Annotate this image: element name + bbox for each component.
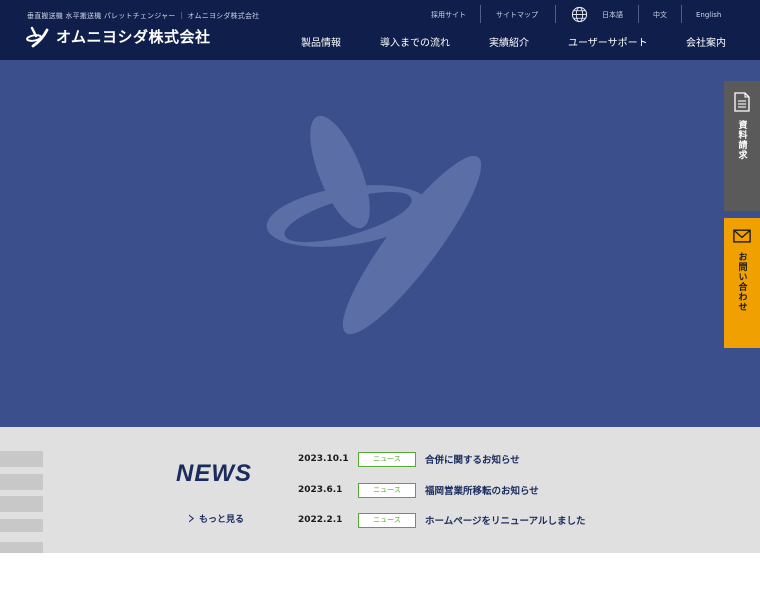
news-section: NEWS もっと見る 2023.10.1 ニュース 合併に関するお知らせ 202… [0, 427, 760, 553]
utility-divider [555, 5, 556, 23]
decorative-stripes [0, 427, 43, 553]
stripe [0, 542, 43, 553]
utility-divider [681, 5, 682, 23]
stripe [0, 519, 43, 532]
recruit-link[interactable]: 採用サイト [431, 6, 466, 24]
news-date: 2022.2.1 [298, 515, 343, 525]
nav-company[interactable]: 会社案内 [686, 36, 726, 52]
stripe [0, 451, 43, 467]
sitemap-link[interactable]: サイトマップ [496, 6, 538, 24]
news-title-link[interactable]: 福岡営業所移転のお知らせ [425, 483, 539, 497]
news-item[interactable]: 2023.10.1 ニュース 合併に関するお知らせ [298, 451, 520, 467]
news-more-link[interactable]: もっと見る [188, 511, 244, 525]
chevron-right-icon [189, 514, 194, 522]
document-icon [734, 92, 750, 112]
lang-ja-link[interactable]: 日本語 [602, 6, 623, 24]
document-request-tab[interactable]: 資料請求 [724, 81, 760, 211]
header-tagline: 垂直搬送機 水平搬送機 パレットチェンジャー ｜ オムニヨシダ株式会社 [27, 12, 260, 20]
nav-flow[interactable]: 導入までの流れ [380, 36, 450, 52]
document-request-label: 資料請求 [736, 120, 747, 160]
news-item[interactable]: 2022.2.1 ニュース ホームページをリニューアルしました [298, 512, 586, 528]
news-heading: NEWS [176, 460, 252, 487]
contact-tab[interactable]: お問い合わせ [724, 218, 760, 348]
hero-banner [0, 60, 760, 427]
news-title-link[interactable]: ホームページをリニューアルしました [425, 513, 586, 527]
news-more-label: もっと見る [199, 514, 245, 525]
site-logo[interactable]: オムニヨシダ株式会社 [26, 23, 211, 49]
news-category-badge: ニュース [358, 451, 416, 467]
nav-cases[interactable]: 実績紹介 [489, 36, 529, 52]
logo-mark-icon [26, 26, 49, 48]
news-category-badge: ニュース [358, 482, 416, 498]
globe-icon [571, 6, 588, 23]
news-category-badge: ニュース [358, 512, 416, 528]
contact-label: お問い合わせ [736, 252, 747, 312]
utility-divider [638, 5, 639, 23]
mail-icon [733, 229, 751, 243]
stripe [0, 496, 43, 512]
stripe [0, 474, 43, 490]
news-item[interactable]: 2023.6.1 ニュース 福岡営業所移転のお知らせ [298, 482, 539, 498]
nav-products[interactable]: 製品情報 [301, 36, 341, 52]
hero-logo-mark-icon [266, 115, 482, 335]
site-header: 垂直搬送機 水平搬送機 パレットチェンジャー ｜ オムニヨシダ株式会社 オムニヨ… [0, 0, 760, 60]
news-title-link[interactable]: 合併に関するお知らせ [425, 452, 520, 466]
logo-text: オムニヨシダ株式会社 [56, 27, 211, 46]
utility-divider [480, 5, 481, 23]
lang-en-link[interactable]: English [696, 6, 721, 24]
lang-zh-link[interactable]: 中文 [653, 6, 667, 24]
news-date: 2023.10.1 [298, 454, 349, 464]
nav-support[interactable]: ユーザーサポート [568, 36, 648, 52]
news-date: 2023.6.1 [298, 485, 343, 495]
